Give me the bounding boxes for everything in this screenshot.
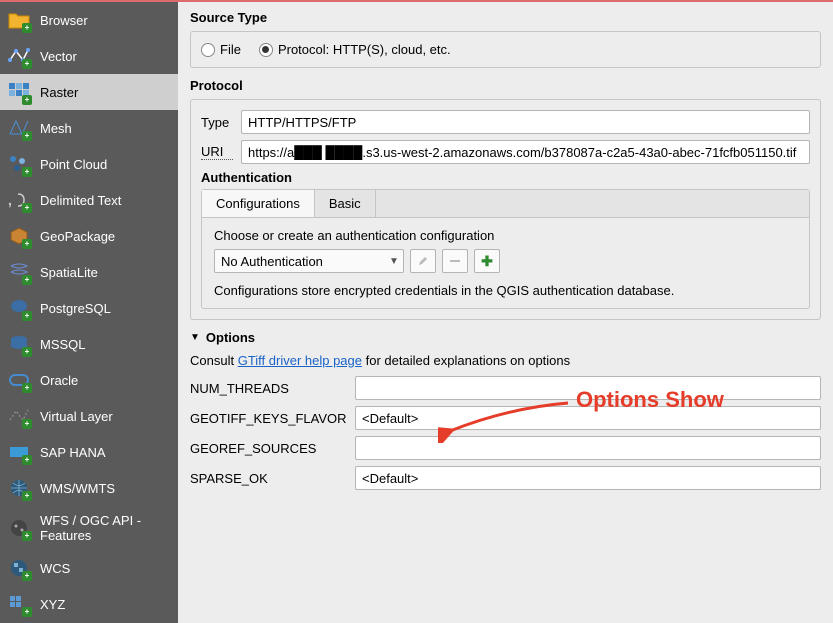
sidebar-item-label: GeoPackage (40, 229, 115, 244)
plus-icon: ✚ (481, 253, 493, 270)
option-input-num-threads[interactable] (355, 376, 821, 400)
radio-protocol[interactable]: Protocol: HTTP(S), cloud, etc. (259, 42, 451, 57)
sidebar-item-wfs[interactable]: + WFS / OGC API - Features (0, 506, 178, 550)
minus-icon (449, 256, 461, 266)
sidebar-item-postgresql[interactable]: + PostgreSQL (0, 290, 178, 326)
sidebar-item-label: Virtual Layer (40, 409, 113, 424)
radio-file[interactable]: File (201, 42, 241, 57)
delimited-icon: , + (8, 189, 30, 211)
sidebar-item-xyz[interactable]: + XYZ (0, 586, 178, 622)
sidebar-item-mssql[interactable]: + MSSQL (0, 326, 178, 362)
sidebar: + Browser + Vector + Raster + Mesh (0, 2, 178, 623)
auth-combo[interactable]: No Authentication ▼ (214, 249, 404, 273)
option-row: SPARSE_OK (190, 466, 821, 490)
option-label: GEOREF_SOURCES (190, 441, 355, 456)
options-help: Consult GTiff driver help page for detai… (190, 353, 821, 368)
sidebar-item-pointcloud[interactable]: + Point Cloud (0, 146, 178, 182)
sidebar-item-label: Oracle (40, 373, 78, 388)
uri-label: URI (201, 144, 233, 160)
wfs-icon: + (8, 517, 30, 539)
pointcloud-icon: + (8, 153, 30, 175)
sidebar-item-label: WCS (40, 561, 70, 576)
protocol-title: Protocol (190, 78, 821, 93)
option-row: GEOREF_SOURCES (190, 436, 821, 460)
sidebar-item-label: Browser (40, 13, 88, 28)
option-input-sparse-ok[interactable] (355, 466, 821, 490)
sidebar-item-label: Mesh (40, 121, 72, 136)
sidebar-item-label: WMS/WMTS (40, 481, 115, 496)
type-label: Type (201, 115, 233, 130)
auth-choose-text: Choose or create an authentication confi… (214, 228, 797, 243)
sidebar-item-oracle[interactable]: + Oracle (0, 362, 178, 398)
sidebar-item-browser[interactable]: + Browser (0, 2, 178, 38)
sidebar-item-label: SpatiaLite (40, 265, 98, 280)
sidebar-item-label: XYZ (40, 597, 65, 612)
sidebar-item-label: Raster (40, 85, 78, 100)
spatialite-icon: + (8, 261, 30, 283)
gtiff-help-link[interactable]: GTiff driver help page (238, 353, 362, 368)
raster-icon: + (8, 81, 30, 103)
geopackage-icon: + (8, 225, 30, 247)
oracle-icon: + (8, 369, 30, 391)
virtuallayer-icon: + (8, 405, 30, 427)
sidebar-item-label: Point Cloud (40, 157, 107, 172)
option-label: SPARSE_OK (190, 471, 355, 486)
tab-basic[interactable]: Basic (315, 190, 376, 217)
option-row: GEOTIFF_KEYS_FLAVOR (190, 406, 821, 430)
disclosure-triangle-icon: ▼ (190, 332, 200, 343)
type-select[interactable]: HTTP/HTTPS/FTP (241, 110, 810, 134)
sidebar-item-wcs[interactable]: + WCS (0, 550, 178, 586)
protocol-panel: Type HTTP/HTTPS/FTP URI Authentication C… (190, 99, 821, 320)
sidebar-item-label: PostgreSQL (40, 301, 111, 316)
sidebar-item-label: Delimited Text (40, 193, 121, 208)
option-input-geotiff-keys-flavor[interactable] (355, 406, 821, 430)
postgresql-icon: + (8, 297, 30, 319)
folder-icon: + (8, 9, 30, 31)
auth-title: Authentication (201, 170, 810, 185)
sidebar-item-raster[interactable]: + Raster (0, 74, 178, 110)
svg-text:,: , (8, 192, 12, 208)
radio-icon (201, 43, 215, 57)
mssql-icon: + (8, 333, 30, 355)
xyz-icon: + (8, 593, 30, 615)
wcs-icon: + (8, 557, 30, 579)
sidebar-item-wms[interactable]: + WMS/WMTS (0, 470, 178, 506)
sidebar-item-delimited[interactable]: , + Delimited Text (0, 182, 178, 218)
source-type-panel: File Protocol: HTTP(S), cloud, etc. (190, 31, 821, 68)
options-toggle[interactable]: ▼ Options (190, 330, 821, 345)
sidebar-item-label: SAP HANA (40, 445, 106, 460)
radio-file-label: File (220, 42, 241, 57)
uri-input[interactable] (241, 140, 810, 164)
tab-configurations[interactable]: Configurations (202, 190, 315, 217)
source-type-title: Source Type (190, 10, 821, 25)
chevron-down-icon: ▼ (385, 256, 403, 267)
options-title: Options (206, 330, 255, 345)
auth-remove-button[interactable] (442, 249, 468, 273)
saphana-icon: + (8, 441, 30, 463)
sidebar-item-label: WFS / OGC API - Features (40, 513, 170, 543)
option-label: NUM_THREADS (190, 381, 355, 396)
pencil-icon (417, 255, 429, 267)
sidebar-item-label: MSSQL (40, 337, 86, 352)
option-input-georef-sources[interactable] (355, 436, 821, 460)
auth-help-text: Configurations store encrypted credentia… (214, 283, 797, 298)
sidebar-item-vector[interactable]: + Vector (0, 38, 178, 74)
option-label: GEOTIFF_KEYS_FLAVOR (190, 411, 355, 426)
auth-add-button[interactable]: ✚ (474, 249, 500, 273)
sidebar-item-saphana[interactable]: + SAP HANA (0, 434, 178, 470)
mesh-icon: + (8, 117, 30, 139)
radio-protocol-label: Protocol: HTTP(S), cloud, etc. (278, 42, 451, 57)
sidebar-item-geopackage[interactable]: + GeoPackage (0, 218, 178, 254)
option-row: NUM_THREADS (190, 376, 821, 400)
auth-panel: Configurations Basic Choose or create an… (201, 189, 810, 309)
auth-edit-button[interactable] (410, 249, 436, 273)
radio-icon (259, 43, 273, 57)
vector-icon: + (8, 45, 30, 67)
sidebar-item-spatialite[interactable]: + SpatiaLite (0, 254, 178, 290)
sidebar-item-mesh[interactable]: + Mesh (0, 110, 178, 146)
main-panel: Source Type File Protocol: HTTP(S), clou… (178, 2, 833, 623)
wms-icon: + (8, 477, 30, 499)
sidebar-item-label: Vector (40, 49, 77, 64)
sidebar-item-virtuallayer[interactable]: + Virtual Layer (0, 398, 178, 434)
